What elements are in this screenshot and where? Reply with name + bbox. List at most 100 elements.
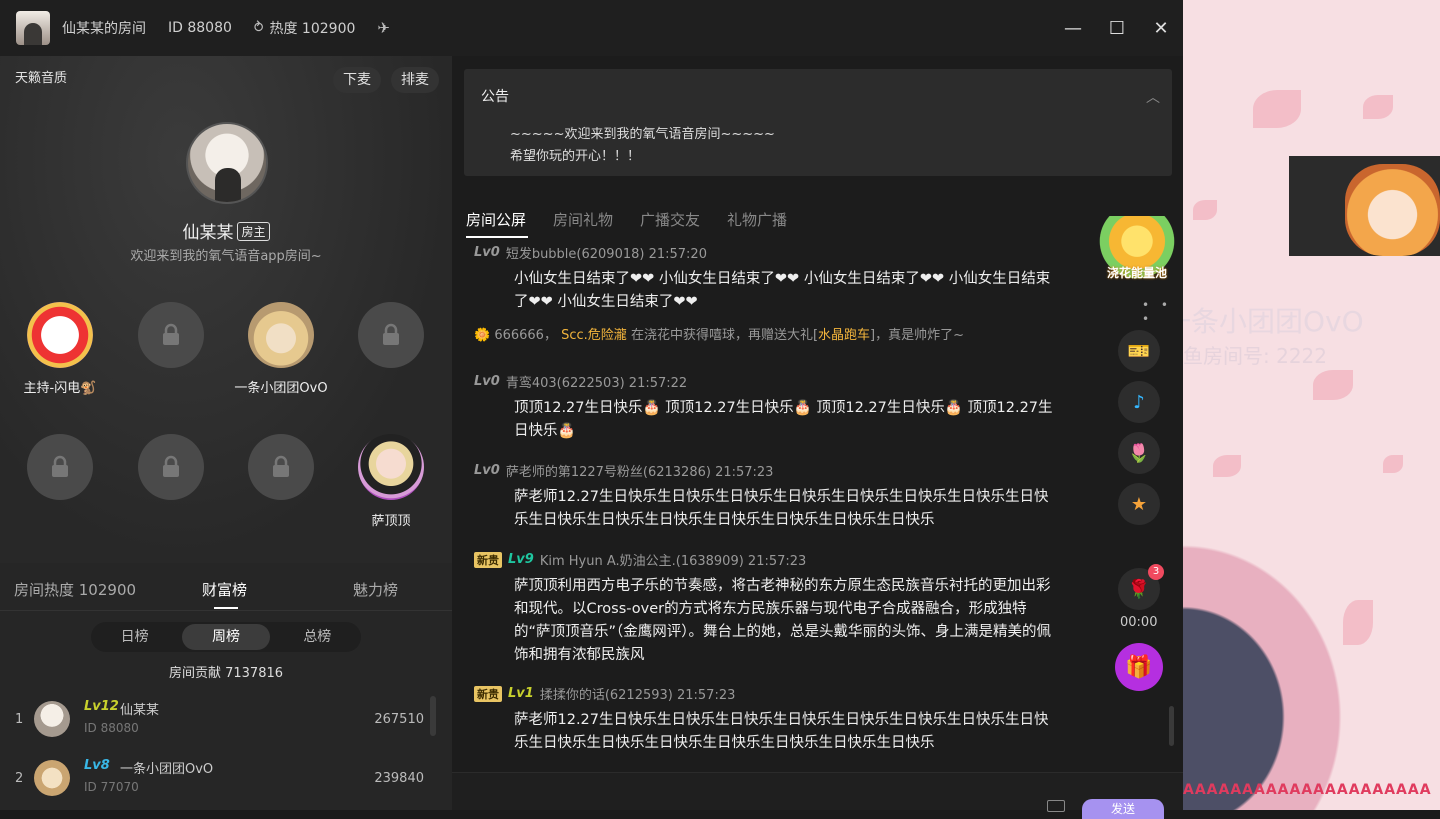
- vip-badge: 新贵: [474, 685, 502, 702]
- mic-seat-7-lock-icon[interactable]: [248, 434, 314, 500]
- mic-seat-2-lock-icon[interactable]: [138, 302, 204, 368]
- rank-row[interactable]: 1 Lv12 仙某某 ID 88080 267510: [0, 694, 440, 746]
- chat-panel: 公告 ︿ ~~~~~欢迎来到我的氧气语音房间~~~~~ 希望你玩的开心！！！ 房…: [452, 56, 1183, 819]
- petal: [1213, 455, 1241, 477]
- music-icon[interactable]: ♪: [1118, 381, 1160, 423]
- stream-overlay: 一条小团团OvO 斗鱼房间号: 2222 AAAAAAAAAAAAAAAAAAA…: [1183, 0, 1440, 810]
- plane-icon[interactable]: ✈: [377, 19, 390, 37]
- message-sender[interactable]: 短发bubble(6209018) 21:57:20: [506, 243, 707, 262]
- message-sender[interactable]: Kim Hyun A.奶油公主.(1638909) 21:57:23: [540, 550, 807, 569]
- petal: [1363, 95, 1393, 119]
- chat-message: 新贵 Lv1 揉揉你的话(6212593) 21:57:23 萨老师12.27生日快…: [474, 684, 1054, 755]
- chat-scrollbar[interactable]: [1169, 706, 1174, 746]
- rank-number: 1: [15, 712, 24, 727]
- tab-charm-rank[interactable]: 魅力榜: [353, 579, 398, 600]
- mic-seat-5-lock-icon[interactable]: [27, 434, 93, 500]
- host-description: 欢迎来到我的氧气语音app房间~: [130, 249, 322, 264]
- mic-seat-1[interactable]: [27, 302, 93, 368]
- gift-icon[interactable]: 🎁: [1115, 643, 1163, 691]
- countdown-timer: 00:00: [1120, 615, 1158, 630]
- tab-wealth-rank[interactable]: 财富榜: [202, 579, 247, 600]
- level-badge: Lv0: [474, 245, 500, 260]
- stream-title: 一条小团团OvO: [1183, 305, 1364, 338]
- system-suffix: ]，真是帅炸了~: [870, 328, 964, 343]
- petal: [1313, 370, 1353, 400]
- maximize-button[interactable]: ☐: [1095, 0, 1139, 56]
- tab-room-gifts[interactable]: 房间礼物: [553, 209, 613, 230]
- tab-gift-broadcast[interactable]: 礼物广播: [727, 209, 787, 230]
- rank-user-name: 仙某某: [120, 703, 160, 718]
- notification-badge: 3: [1148, 564, 1164, 580]
- tab-underline: [466, 236, 528, 238]
- rank-scrollbar[interactable]: [430, 696, 436, 736]
- level-badge: Lv0: [474, 374, 500, 389]
- mic-seat-3[interactable]: [248, 302, 314, 368]
- mic-seat-1-label: 主持-闪电🐒: [23, 381, 97, 396]
- room-heat: 热度 102900: [269, 21, 356, 37]
- chat-message: Lv0 短发bubble(6209018) 21:57:20 小仙女生日结束了❤❤…: [474, 243, 1054, 314]
- star-icon[interactable]: ★: [1118, 483, 1160, 525]
- vip-badge: 新贵: [474, 551, 502, 568]
- rank-row[interactable]: 2 Lv8 一条小团团OvO ID 77070 239840: [0, 753, 440, 805]
- message-text: 萨顶顶利用西方电子乐的节奏感，将古老神秘的东方原生态民族音乐衬托的更加出彩和现代…: [514, 578, 1052, 663]
- system-prefix: 666666，: [494, 328, 557, 343]
- avatar: [34, 701, 70, 737]
- message-text: 顶顶12.27生日快乐🎂 顶顶12.27生日快乐🎂 顶顶12.27生日快乐🎂 顶…: [514, 400, 1053, 439]
- host-name: 仙某某: [182, 223, 234, 243]
- mic-seat-8-label: 萨顶顶: [371, 514, 411, 529]
- period-total[interactable]: 总榜: [274, 624, 361, 650]
- message-sender[interactable]: 萨老师的第1227号粉丝(6213286) 21:57:23: [506, 461, 774, 480]
- rank-user-name: 一条小团团OvO: [120, 762, 214, 777]
- rank-value: 239840: [374, 771, 424, 786]
- webcam-preview: [1289, 156, 1440, 256]
- message-sender[interactable]: 青鸾403(6222503) 21:57:22: [506, 372, 687, 391]
- more-dots-icon[interactable]: • • •: [1142, 298, 1183, 326]
- announcement-title: 公告: [481, 89, 509, 105]
- chat-tabs: 房间公屏 房间礼物 广播交友 礼物广播: [466, 209, 787, 230]
- flower-icon: 🌼: [474, 328, 491, 343]
- message-text: 小仙女生日结束了❤❤ 小仙女生日结束了❤❤ 小仙女生日结束了❤❤ 小仙女生日结束…: [514, 271, 1051, 310]
- message-sender[interactable]: 揉揉你的话(6212593) 21:57:23: [540, 684, 736, 703]
- tab-broadcast-friends[interactable]: 广播交友: [640, 209, 700, 230]
- system-gift: 水晶跑车: [818, 328, 871, 343]
- level-badge: Lv8: [84, 758, 110, 773]
- send-button[interactable]: 发送: [1082, 799, 1164, 819]
- stream-chat-text: AAAAAAAAAAAAAAAAAAAAA: [1183, 782, 1432, 798]
- petal: [1193, 200, 1217, 220]
- stage-name: 天籁音质: [15, 71, 68, 86]
- minimize-button[interactable]: —: [1051, 0, 1095, 56]
- petal: [1253, 90, 1301, 128]
- chat-list: Lv0 短发bubble(6209018) 21:57:20 小仙女生日结束了❤❤…: [452, 239, 1183, 769]
- close-button[interactable]: ✕: [1139, 0, 1183, 56]
- system-user[interactable]: Scc.危险瀧: [561, 328, 627, 343]
- flower-icon[interactable]: 🌷: [1118, 432, 1160, 474]
- rank-value: 267510: [374, 712, 424, 727]
- period-day[interactable]: 日榜: [91, 624, 178, 650]
- announcement: 公告 ︿ ~~~~~欢迎来到我的氧气语音房间~~~~~ 希望你玩的开心！！！: [464, 69, 1172, 176]
- stream-room-number: 斗鱼房间号: 2222: [1183, 344, 1327, 368]
- leave-mic-button[interactable]: 下麦: [333, 67, 381, 93]
- message-text: 萨老师12.27生日快乐生日快乐生日快乐生日快乐生日快乐生日快乐生日快乐生日快乐…: [514, 712, 1049, 751]
- mic-seat-4-lock-icon[interactable]: [358, 302, 424, 368]
- mic-stage: 天籁音质 下麦 排麦 仙某某 房主 欢迎来到我的氧气语音app房间~ 主持-闪电🐒…: [0, 56, 452, 563]
- image-icon[interactable]: [1047, 800, 1065, 812]
- host-avatar[interactable]: [186, 122, 268, 204]
- rank-tabs: 房间热度 102900 财富榜 魅力榜: [0, 563, 452, 611]
- system-message: 🌼 666666， Scc.危险瀧 在浇花中获得嘻球，再赠送大礼[水晶跑车]，真…: [474, 324, 964, 343]
- host-badge: 房主: [237, 222, 270, 241]
- tab-public-screen[interactable]: 房间公屏: [466, 209, 526, 230]
- tab-room-heat[interactable]: 房间热度 102900: [14, 579, 136, 600]
- ticket-icon[interactable]: 🎫: [1118, 330, 1160, 372]
- queue-mic-button[interactable]: 排麦: [391, 67, 439, 93]
- chevron-up-icon[interactable]: ︿: [1146, 87, 1160, 107]
- mic-seat-6-lock-icon[interactable]: [138, 434, 204, 500]
- chat-message: Lv0 青鸾403(6222503) 21:57:22 顶顶12.27生日快乐🎂 …: [474, 372, 1054, 443]
- rank-user-id: ID 77070: [84, 780, 139, 794]
- level-badge: Lv1: [508, 686, 534, 701]
- rank-number: 2: [15, 771, 24, 786]
- period-week[interactable]: 周榜: [182, 624, 270, 650]
- host-name-row: 仙某某 房主: [0, 218, 452, 243]
- room-avatar[interactable]: [16, 11, 50, 45]
- room-name: 仙某某的房间: [62, 21, 146, 37]
- mic-seat-8[interactable]: [358, 434, 424, 500]
